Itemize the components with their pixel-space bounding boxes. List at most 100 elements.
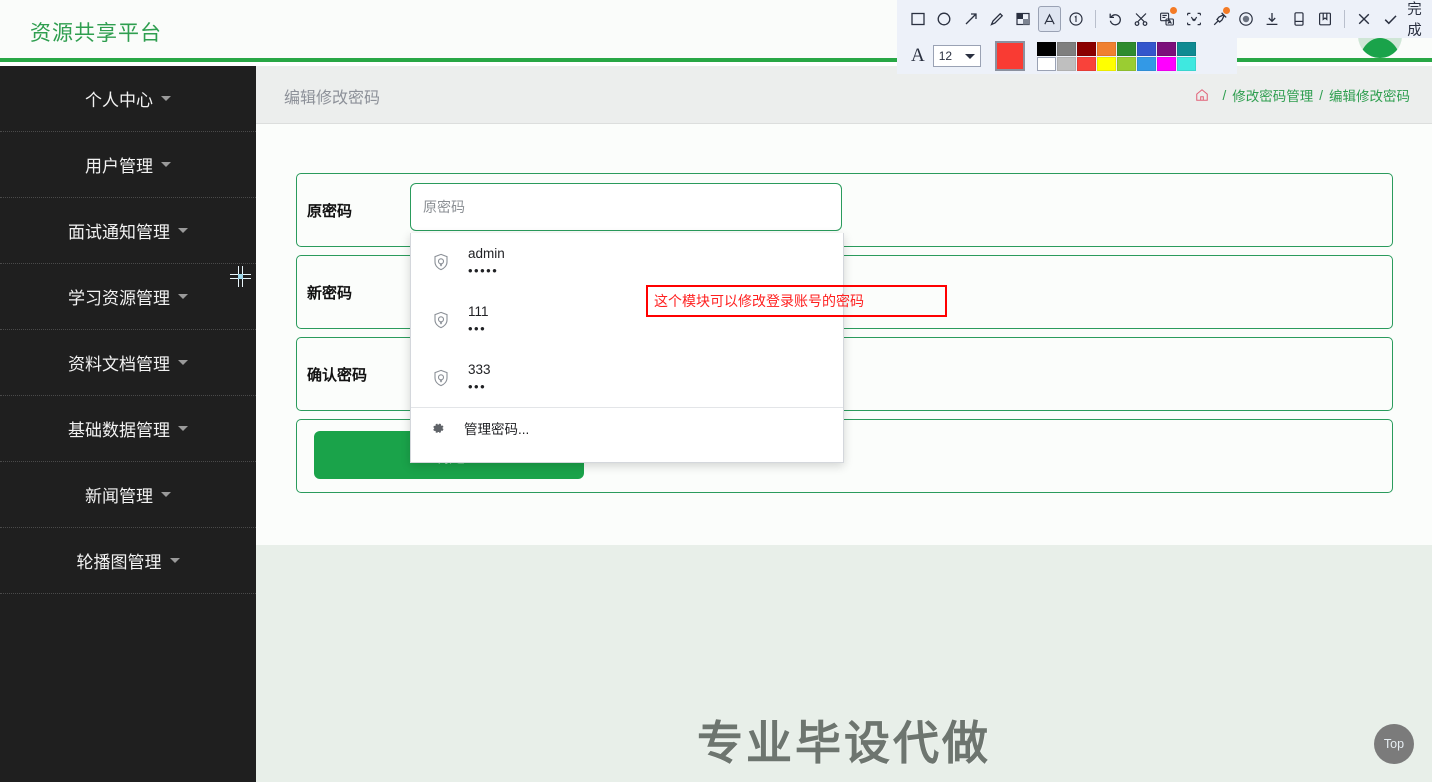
notification-badge: [1170, 7, 1178, 14]
autofill-username: 333: [468, 362, 491, 377]
page-title: 编辑修改密码: [284, 90, 381, 107]
font-letter-icon: A: [911, 45, 925, 66]
chevron-down-icon: [178, 426, 188, 431]
autofill-entry-texts: admin •••••: [468, 245, 505, 279]
manage-passwords-label: 管理密码...: [464, 422, 530, 437]
palette-swatch[interactable]: [1056, 41, 1076, 56]
palette-swatch[interactable]: [1096, 41, 1116, 56]
sidebar: 个人中心 用户管理 面试通知管理 学习资源管理 资料文档管理 基础数据管理 新闻…: [0, 66, 256, 782]
home-icon[interactable]: [1195, 88, 1209, 102]
close-icon[interactable]: [1353, 6, 1375, 32]
sidebar-item-label: 用户管理: [85, 157, 153, 176]
palette-swatch[interactable]: [1116, 41, 1136, 56]
save-to-phone-icon[interactable]: [1287, 6, 1309, 32]
shield-key-icon: [428, 307, 454, 333]
toolbar-tools-row: 完成: [897, 0, 1432, 40]
translate-icon[interactable]: [1182, 6, 1204, 32]
palette-swatch[interactable]: [1176, 56, 1196, 71]
pen-tool-icon[interactable]: [986, 6, 1008, 32]
mosaic-tool-icon[interactable]: [1012, 6, 1034, 32]
breadcrumb-separator: /: [1319, 87, 1323, 103]
old-password-input[interactable]: [410, 183, 842, 231]
sidebar-item-interview-notice[interactable]: 面试通知管理: [0, 198, 256, 264]
rectangle-tool-icon[interactable]: [907, 6, 929, 32]
sidebar-item-label: 基础数据管理: [68, 421, 170, 440]
field-label: 原密码: [307, 203, 353, 220]
chevron-down-icon: [161, 162, 171, 167]
breadcrumb-item-2[interactable]: 编辑修改密码: [1329, 85, 1410, 105]
record-icon[interactable]: [1235, 6, 1257, 32]
scroll-to-top-button[interactable]: Top: [1374, 724, 1414, 764]
sidebar-filler: [0, 594, 256, 782]
sidebar-item-label: 面试通知管理: [68, 223, 170, 242]
field-label: 确认密码: [307, 367, 368, 384]
footer-area: 专业毕设代做: [256, 545, 1432, 782]
ocr-icon[interactable]: [1156, 6, 1178, 32]
notification-badge: [1222, 7, 1230, 14]
bookmark-icon[interactable]: [1314, 6, 1336, 32]
screenshot-root: 资源共享平台 个人中心 用户管理 面试通知管理 学习资源管理 资料文档管理 基础: [0, 0, 1432, 782]
arrow-tool-icon[interactable]: [959, 6, 981, 32]
palette-swatch[interactable]: [1036, 56, 1056, 71]
autofill-password-mask: •••••: [468, 263, 499, 278]
palette-swatch[interactable]: [1076, 41, 1096, 56]
sidebar-item-base-data[interactable]: 基础数据管理: [0, 396, 256, 462]
palette-swatch[interactable]: [1136, 41, 1156, 56]
download-icon[interactable]: [1261, 6, 1283, 32]
font-size-select[interactable]: 12: [932, 45, 981, 67]
sidebar-item-news[interactable]: 新闻管理: [0, 462, 256, 528]
footer-slogan: 专业毕设代做: [697, 717, 991, 769]
content-header: 编辑修改密码 / 修改密码管理 / 编辑修改密码: [256, 66, 1432, 124]
shield-key-icon: [428, 365, 454, 391]
toolbar-style-row: A 12: [897, 38, 1237, 74]
palette-swatch[interactable]: [1056, 56, 1076, 71]
palette-swatch[interactable]: [1176, 41, 1196, 56]
chevron-down-icon: [169, 558, 180, 563]
palette-swatch[interactable]: [1156, 41, 1176, 56]
gear-icon: [431, 421, 445, 435]
palette-swatch[interactable]: [1156, 56, 1176, 71]
palette-swatch[interactable]: [1116, 56, 1136, 71]
sidebar-item-document-management[interactable]: 资料文档管理: [0, 330, 256, 396]
breadcrumb-item-1[interactable]: 修改密码管理: [1232, 85, 1313, 105]
autofill-username: admin: [468, 246, 505, 261]
current-color-swatch[interactable]: [994, 41, 1025, 71]
text-tool-icon[interactable]: [1038, 6, 1061, 32]
chevron-down-icon: [178, 228, 188, 233]
done-button[interactable]: 完成: [1407, 0, 1432, 40]
palette-swatch[interactable]: [1096, 56, 1116, 71]
toolbar-separator: [1094, 10, 1096, 28]
color-palette: [1036, 41, 1196, 71]
pin-icon[interactable]: [1209, 6, 1231, 32]
autofill-entry-texts: 111 •••: [468, 303, 489, 337]
sidebar-item-user-management[interactable]: 用户管理: [0, 132, 256, 198]
cut-icon[interactable]: [1130, 6, 1152, 32]
manage-passwords-item[interactable]: 管理密码...: [411, 408, 843, 448]
ellipse-tool-icon[interactable]: [933, 6, 955, 32]
breadcrumb-separator: /: [1222, 87, 1227, 103]
site-logo: 资源共享平台: [30, 22, 162, 45]
toolbar-separator: [1343, 10, 1345, 28]
confirm-check-icon[interactable]: [1379, 6, 1401, 32]
sidebar-item-personal-center[interactable]: 个人中心: [0, 66, 256, 132]
autofill-entry-333[interactable]: 333 •••: [411, 349, 843, 407]
chevron-down-icon: [178, 360, 188, 365]
font-size-value: 12: [938, 49, 953, 63]
palette-swatch[interactable]: [1076, 56, 1096, 71]
autofill-username: 111: [468, 304, 489, 319]
chevron-down-icon: [178, 294, 188, 299]
sidebar-item-carousel[interactable]: 轮播图管理: [0, 528, 256, 594]
chevron-down-icon: [964, 53, 975, 59]
sidebar-item-learning-resources[interactable]: 学习资源管理: [0, 264, 256, 330]
palette-swatch[interactable]: [1136, 56, 1156, 71]
screenshot-toolbar: 完成 A 12: [897, 0, 1432, 74]
undo-icon[interactable]: [1104, 6, 1126, 32]
breadcrumb: / 修改密码管理 / 编辑修改密码: [1195, 85, 1410, 105]
chevron-down-icon: [161, 96, 171, 101]
password-autofill-dropdown: admin ••••• 111 ••• 333 ••• 管理密码...: [410, 233, 844, 463]
sidebar-item-label: 个人中心: [85, 91, 153, 110]
serial-number-tool-icon[interactable]: [1065, 6, 1087, 32]
autofill-entry-admin[interactable]: admin •••••: [411, 233, 843, 291]
field-label: 新密码: [307, 285, 353, 302]
palette-swatch[interactable]: [1036, 41, 1056, 56]
